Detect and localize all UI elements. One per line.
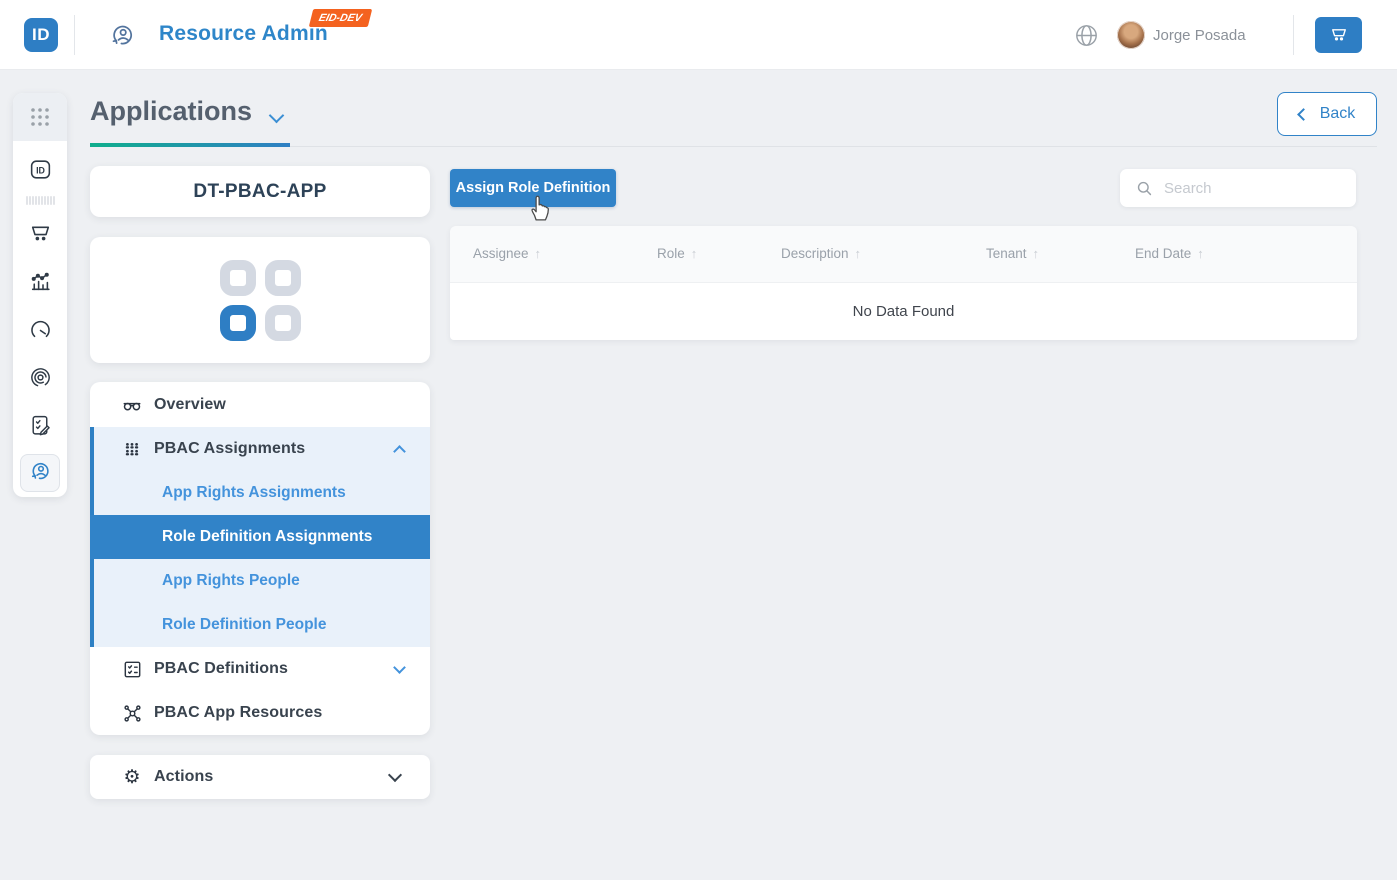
sort-asc-icon: ↑ — [691, 246, 698, 261]
column-header-end-date[interactable]: End Date↑ — [1135, 226, 1204, 282]
actions-menu[interactable]: ⚙ Actions — [90, 755, 430, 799]
gauge-icon[interactable] — [13, 318, 67, 343]
nav-subitem-label: App Rights People — [162, 572, 300, 590]
header-divider — [74, 15, 75, 55]
search-box — [1120, 169, 1356, 207]
assignments-table: Assignee↑ Role↑ Description↑ Tenant↑ End… — [450, 226, 1357, 340]
assign-role-definition-button[interactable]: Assign Role Definition — [450, 169, 616, 207]
nav-subitem-label: Role Definition Assignments — [162, 528, 372, 546]
app-tiles-icon — [220, 260, 301, 341]
title-underline — [90, 143, 290, 147]
header-divider — [1293, 15, 1294, 55]
sort-asc-icon: ↑ — [855, 246, 862, 261]
nav-item-overview[interactable]: Overview — [90, 382, 430, 427]
app-side-nav: Overview PBAC Assignments App Rights Ass… — [90, 382, 430, 735]
app-title: Resource Admin — [159, 22, 328, 46]
nav-item-pbac-app-resources[interactable]: PBAC App Resources — [90, 691, 430, 735]
checklist-icon — [120, 657, 144, 681]
sort-asc-icon: ↑ — [1197, 246, 1204, 261]
nav-subitem-label: Role Definition People — [162, 616, 326, 634]
nav-item-app-rights-people[interactable]: App Rights People — [94, 559, 430, 603]
sort-asc-icon: ↑ — [1033, 246, 1040, 261]
cart-button[interactable] — [1315, 17, 1362, 53]
people-group-icon — [120, 437, 144, 461]
nav-item-label: PBAC Definitions — [154, 660, 288, 678]
back-button-label: Back — [1320, 105, 1356, 123]
chevron-up-icon[interactable] — [393, 445, 406, 458]
table-header-row: Assignee↑ Role↑ Description↑ Tenant↑ End… — [450, 226, 1357, 282]
document-edit-icon[interactable] — [13, 413, 67, 438]
id-badge-icon[interactable]: ID — [13, 157, 67, 182]
empty-state-row: No Data Found — [450, 282, 1357, 340]
nav-item-pbac-assignments[interactable]: PBAC Assignments — [94, 427, 430, 471]
fingerprint-icon[interactable] — [13, 365, 67, 390]
cart-icon — [1329, 24, 1349, 47]
user-name: Jorge Posada — [1153, 27, 1246, 44]
divider-bars-icon — [13, 196, 67, 205]
shop-cart-rail-icon[interactable] — [13, 220, 67, 245]
user-avatar[interactable] — [1117, 21, 1145, 49]
environment-badge: EID-DEV — [309, 9, 372, 27]
page-title[interactable]: Applications — [90, 96, 252, 127]
sort-asc-icon: ↑ — [535, 246, 542, 261]
nav-item-app-rights-assignments[interactable]: App Rights Assignments — [94, 471, 430, 515]
environment-badge-text: EID-DEV — [318, 12, 364, 24]
glasses-icon — [120, 393, 144, 417]
nav-item-pbac-definitions[interactable]: PBAC Definitions — [90, 647, 430, 691]
resource-admin-icon — [108, 21, 136, 54]
pbac-assignments-group: PBAC Assignments App Rights Assignments … — [90, 427, 430, 647]
app-logo-card — [90, 237, 430, 363]
search-icon — [1135, 179, 1154, 198]
chevron-down-icon[interactable] — [388, 768, 402, 782]
nav-item-label: PBAC App Resources — [154, 704, 322, 722]
actions-label: Actions — [154, 768, 213, 786]
brand-logo: ID — [24, 18, 58, 52]
apps-grid-icon[interactable] — [13, 93, 67, 141]
empty-state-message: No Data Found — [853, 303, 955, 320]
svg-text:ID: ID — [36, 165, 45, 175]
search-input[interactable] — [1154, 180, 1334, 197]
column-header-assignee[interactable]: Assignee↑ — [473, 226, 541, 282]
nav-item-label: Overview — [154, 396, 226, 414]
icon-rail: ID — [13, 93, 67, 497]
top-header: ID Resource Admin EID-DEV Jorge Posada — [0, 0, 1397, 70]
chevron-left-icon — [1297, 108, 1310, 121]
app-name: DT-PBAC-APP — [193, 181, 326, 203]
column-header-role[interactable]: Role↑ — [657, 226, 697, 282]
globe-icon[interactable] — [1074, 23, 1099, 53]
brand-logo-text: ID — [32, 25, 50, 45]
resource-admin-rail-icon — [28, 459, 52, 488]
page-title-chevron-down-icon[interactable] — [269, 108, 285, 124]
analytics-icon[interactable] — [13, 269, 67, 294]
nav-subitem-label: App Rights Assignments — [162, 484, 346, 502]
nav-item-label: PBAC Assignments — [154, 440, 305, 458]
back-button[interactable]: Back — [1277, 92, 1377, 136]
nav-item-role-definition-assignments[interactable]: Role Definition Assignments — [90, 515, 430, 559]
app-name-card: DT-PBAC-APP — [90, 166, 430, 217]
column-header-description[interactable]: Description↑ — [781, 226, 861, 282]
nav-item-role-definition-people[interactable]: Role Definition People — [94, 603, 430, 647]
column-header-tenant[interactable]: Tenant↑ — [986, 226, 1039, 282]
network-icon — [120, 701, 144, 725]
chevron-down-icon[interactable] — [393, 661, 406, 674]
gear-icon: ⚙ — [120, 766, 144, 789]
resource-admin-rail-selected[interactable] — [20, 454, 60, 492]
